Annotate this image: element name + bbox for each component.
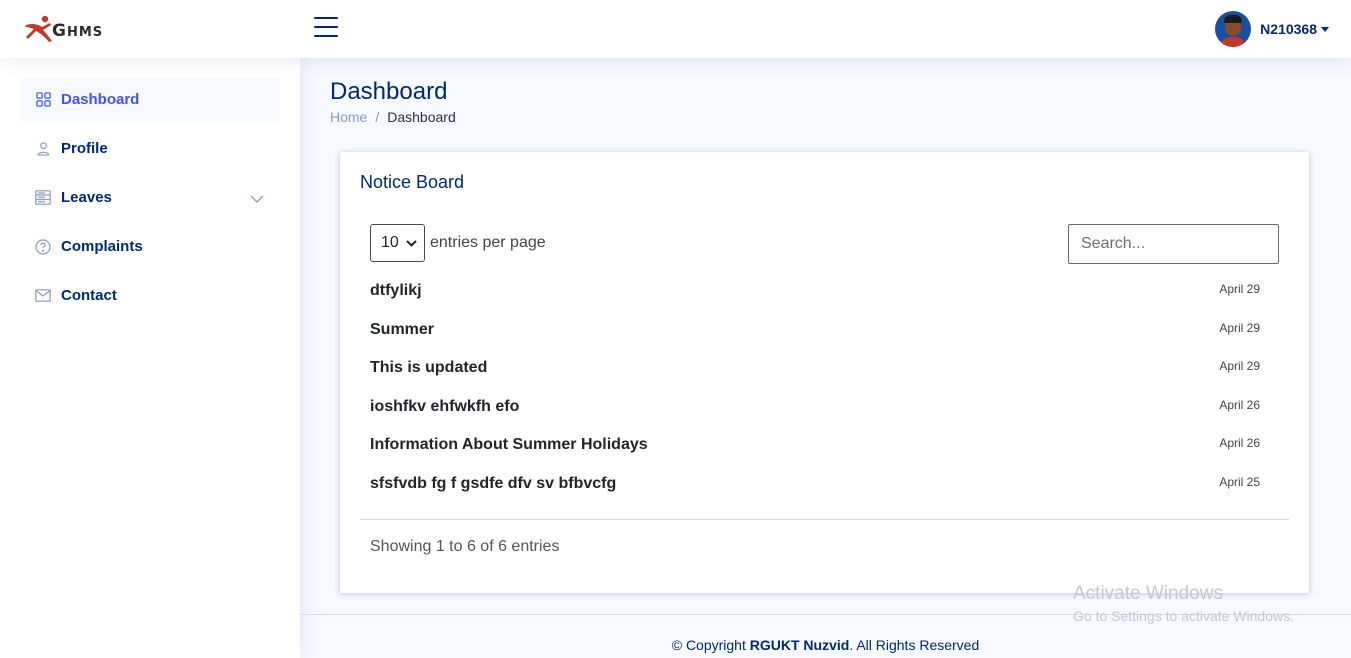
notice-date: April 29 [1219, 320, 1260, 335]
layout-text-icon [34, 189, 52, 207]
watermark-subtitle: Go to Settings to activate Windows. [1073, 608, 1294, 624]
question-circle-icon [34, 238, 52, 256]
windows-activation-watermark: Activate Windows Go to Settings to activ… [1073, 583, 1294, 624]
top-header: GHMS N210368 [0, 0, 1351, 58]
breadcrumb-home-link[interactable]: Home [330, 109, 367, 125]
footer-suffix: . All Rights Reserved [849, 637, 980, 653]
notice-title: ioshfkv ehfwkfh efo [370, 397, 520, 415]
notice-title: This is updated [370, 359, 488, 377]
sidebar-item-label: Profile [61, 140, 108, 157]
chevron-down-icon [406, 239, 417, 247]
notice-date: April 26 [1219, 436, 1260, 451]
list-item[interactable]: Summer April 29 [370, 317, 1260, 356]
list-item[interactable]: Information About Summer Holidays April … [370, 432, 1260, 471]
notice-board-card: Notice Board 10 entries per page dtfylik… [340, 152, 1309, 593]
footer-org: RGUKT Nuzvid [749, 637, 850, 653]
avatar [1215, 11, 1252, 47]
footer-prefix: © Copyright [671, 637, 750, 653]
sidebar: Dashboard Profile Leaves Complaints Cont… [0, 58, 300, 658]
notice-title: sfsfvdb fg f gsdfe dfv sv bfbvcfg [370, 474, 617, 492]
breadcrumb-separator: / [375, 109, 380, 125]
watermark-title: Activate Windows [1073, 583, 1223, 604]
card-title: Notice Board [360, 172, 465, 192]
list-item[interactable]: dtfylikj April 29 [370, 278, 1260, 317]
list-item[interactable]: sfsfvdb fg f gsdfe dfv sv bfbvcfg April … [370, 471, 1260, 510]
search-input[interactable] [1068, 224, 1279, 264]
notice-title: dtfylikj [370, 282, 422, 299]
entries-per-page-label: entries per page [430, 234, 546, 251]
notice-date: April 25 [1219, 474, 1260, 489]
user-profile-dropdown[interactable]: N210368 [1215, 11, 1329, 47]
sidebar-item-contact[interactable]: Contact [20, 274, 280, 317]
sidebar-item-complaints[interactable]: Complaints [20, 225, 280, 268]
logo-runner-icon [25, 15, 52, 42]
notice-list: dtfylikj April 29 Summer April 29 This i… [370, 278, 1260, 510]
list-item[interactable]: ioshfkv ehfwkfh efo April 26 [370, 394, 1260, 433]
person-icon [34, 140, 52, 158]
sidebar-item-label: Leaves [61, 189, 112, 206]
entries-per-page-control: 10 entries per page [370, 224, 546, 262]
logo-text: GHMS [52, 21, 104, 41]
sidebar-toggle-icon[interactable] [314, 17, 338, 37]
footer-copyright: © Copyright RGUKT Nuzvid. All Rights Res… [300, 637, 1351, 653]
sidebar-item-label: Dashboard [61, 91, 140, 108]
entries-per-page-select[interactable]: 10 [370, 224, 425, 262]
select-value: 10 [381, 234, 399, 251]
app-logo[interactable]: GHMS [24, 14, 103, 44]
notice-date: April 29 [1219, 282, 1260, 296]
list-item[interactable]: This is updated April 29 [370, 355, 1260, 394]
divider [360, 519, 1289, 520]
notice-date: April 29 [1219, 359, 1260, 374]
notice-date: April 26 [1219, 397, 1260, 412]
envelope-icon [34, 287, 52, 305]
notice-title: Information About Summer Holidays [370, 436, 648, 454]
sidebar-item-label: Complaints [61, 238, 143, 255]
chevron-down-icon [250, 190, 264, 207]
notice-title: Summer [370, 320, 435, 338]
breadcrumb: Home / Dashboard [330, 109, 456, 125]
sidebar-item-profile[interactable]: Profile [20, 127, 280, 170]
sidebar-item-leaves[interactable]: Leaves [20, 176, 280, 219]
caret-down-icon [1321, 26, 1329, 32]
page-title: Dashboard [330, 78, 448, 105]
table-info: Showing 1 to 6 of 6 entries [370, 538, 560, 555]
sidebar-item-label: Contact [61, 287, 117, 304]
sidebar-item-dashboard[interactable]: Dashboard [20, 78, 280, 121]
grid-icon [34, 91, 52, 109]
user-name: N210368 [1260, 21, 1317, 37]
breadcrumb-current: Dashboard [387, 109, 456, 125]
